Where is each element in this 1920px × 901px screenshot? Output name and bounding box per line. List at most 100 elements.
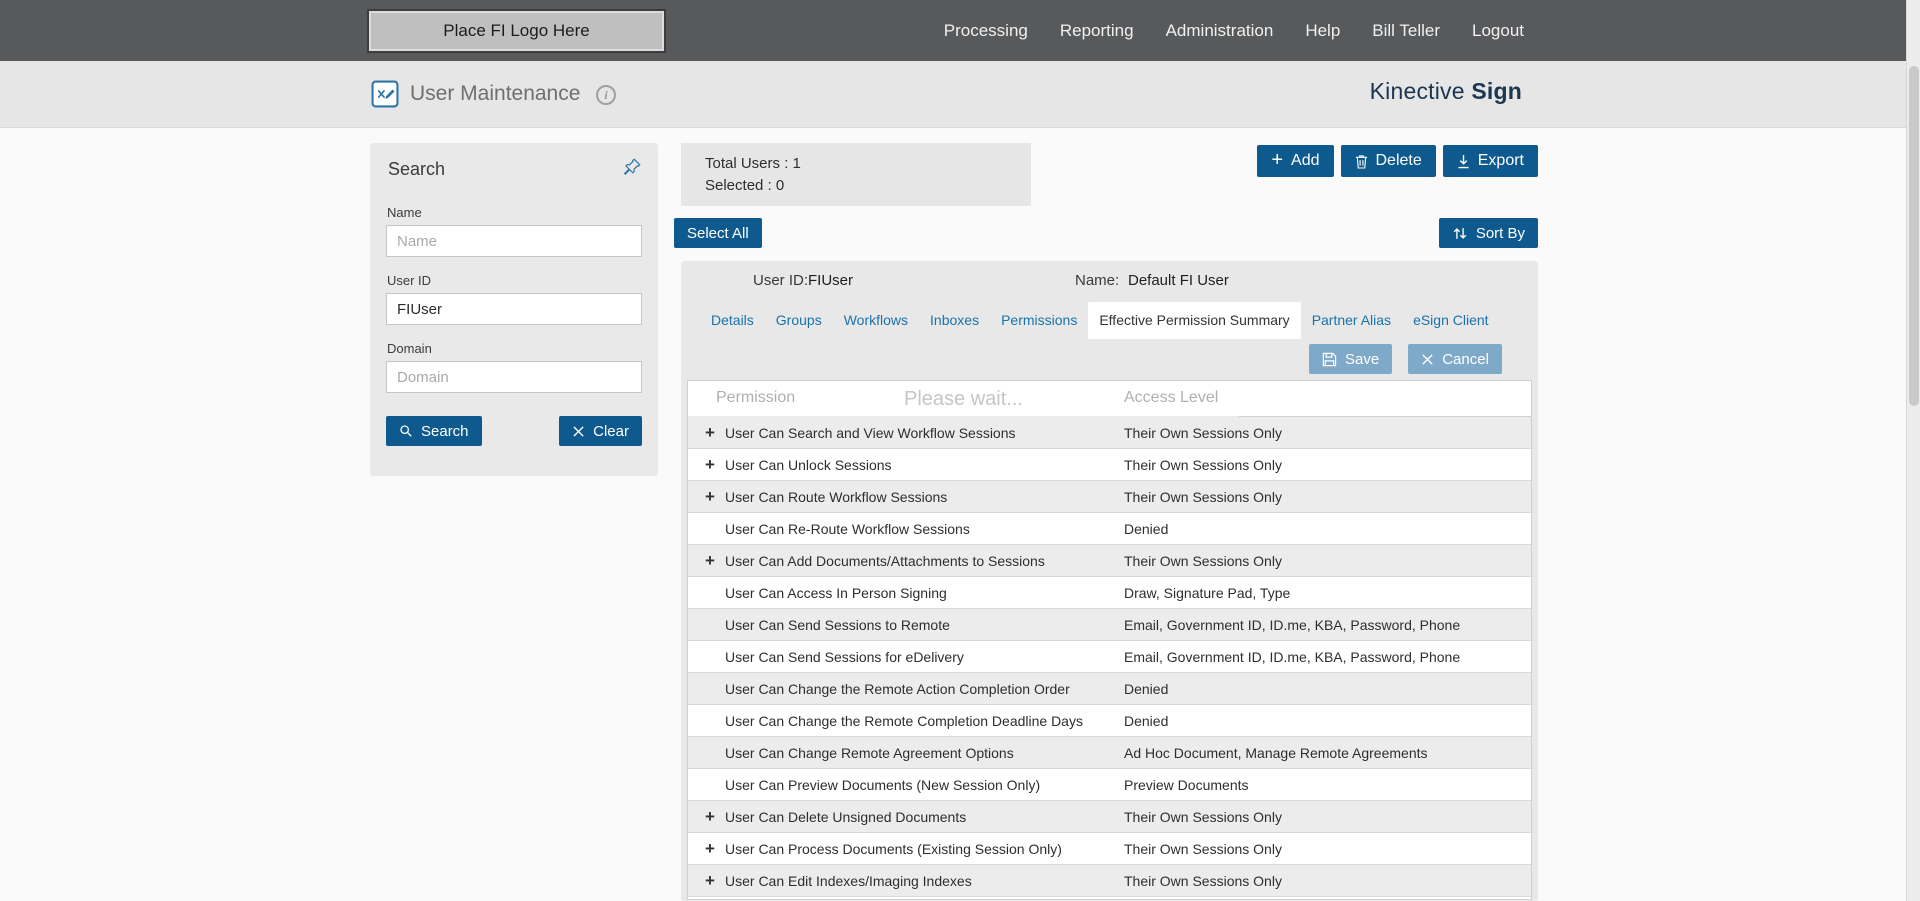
save-button[interactable]: Save: [1309, 344, 1393, 374]
add-button-label: Add: [1291, 152, 1320, 169]
table-row: User Can Change Remote Agreement Options…: [688, 737, 1531, 769]
access-level-cell: Denied: [1124, 681, 1169, 697]
top-nav: Processing Reporting Administration Help Bil…: [944, 0, 1524, 61]
expand-plus-icon[interactable]: +: [702, 449, 718, 481]
expand-plus-icon[interactable]: +: [702, 481, 718, 513]
tab[interactable]: Groups: [765, 302, 833, 339]
table-row: + User Can Add Documents/Attachments to S…: [688, 545, 1531, 577]
table-row: User Can Re-Route Workflow Sessions Denie…: [688, 513, 1531, 545]
cancel-x-icon: [1421, 353, 1434, 366]
results-summary: Total Users : 1 Selected : 0: [681, 143, 1031, 206]
table-row: User Can Preview Documents (New Session …: [688, 769, 1531, 801]
permission-cell: User Can Change the Remote Action Comple…: [725, 681, 1070, 697]
clear-button[interactable]: Clear: [559, 416, 642, 446]
access-level-cell: Denied: [1124, 713, 1169, 729]
add-plus-icon: +: [1271, 149, 1284, 171]
domain-input[interactable]: [386, 361, 642, 393]
expand-plus-icon[interactable]: +: [702, 833, 718, 865]
tab[interactable]: eSign Client: [1402, 302, 1500, 339]
permission-cell: User Can Unlock Sessions: [725, 457, 892, 473]
page-title: User Maintenance: [410, 82, 581, 105]
tab[interactable]: Workflows: [833, 302, 919, 339]
permissions-table-header: Permission Access Level Please wait...: [688, 381, 1531, 417]
permission-cell: User Can Preview Documents (New Session …: [725, 777, 1041, 793]
permission-cell: User Can Send Sessions to Remote: [725, 617, 950, 633]
page-scrollbar[interactable]: [1906, 0, 1920, 901]
access-level-cell: Their Own Sessions Only: [1124, 457, 1282, 473]
tab[interactable]: Details: [700, 302, 765, 339]
expand-plus-icon[interactable]: +: [702, 545, 718, 577]
permissions-table-body: + User Can Search and View Workflow Sessi…: [688, 417, 1531, 897]
card-name-value: Default FI User: [1128, 272, 1229, 289]
nav-item[interactable]: Administration: [1166, 21, 1274, 41]
nav-item[interactable]: Reporting: [1060, 21, 1134, 41]
tab[interactable]: Effective Permission Summary: [1088, 302, 1301, 339]
search-panel: Search Name User ID Domain Search: [370, 143, 658, 476]
search-button-label: Search: [421, 422, 469, 440]
user-id-input[interactable]: [386, 293, 642, 325]
access-level-cell: Their Own Sessions Only: [1124, 553, 1282, 569]
table-row: User Can Send Sessions to Remote Email, G…: [688, 609, 1531, 641]
nav-item[interactable]: Processing: [944, 21, 1028, 41]
search-button[interactable]: Search: [386, 416, 482, 446]
name-label: Name: [387, 205, 422, 220]
trash-icon: [1355, 154, 1368, 169]
tab[interactable]: Inboxes: [919, 302, 990, 339]
table-row: + User Can Search and View Workflow Sessi…: [688, 417, 1531, 449]
permission-cell: User Can Re-Route Workflow Sessions: [725, 521, 970, 537]
delete-button[interactable]: Delete: [1340, 145, 1436, 177]
nav-item[interactable]: Help: [1305, 21, 1340, 41]
tab[interactable]: Partner Alias: [1301, 302, 1402, 339]
search-panel-buttons: Search Clear: [386, 416, 642, 446]
access-level-cell: Email, Government ID, ID.me, KBA, Passwo…: [1124, 649, 1461, 665]
access-level-cell: Their Own Sessions Only: [1124, 489, 1282, 505]
expand-plus-icon[interactable]: +: [702, 865, 718, 897]
expand-plus-icon[interactable]: +: [702, 417, 718, 449]
permission-cell: User Can Add Documents/Attachments to Se…: [725, 553, 1045, 569]
search-panel-title: Search: [388, 159, 446, 179]
user-maintenance-icon: [371, 80, 399, 108]
search-icon: [399, 424, 413, 438]
scrollbar-thumb[interactable]: [1909, 66, 1919, 406]
access-level-cell: Their Own Sessions Only: [1124, 841, 1282, 857]
sort-by-button[interactable]: Sort By: [1438, 218, 1538, 248]
expand-plus-icon[interactable]: +: [702, 801, 718, 833]
access-level-cell: Their Own Sessions Only: [1124, 425, 1282, 441]
user-card: User ID: FIUser Name: Default FI User De…: [681, 261, 1538, 901]
permission-cell: User Can Process Documents (Existing Ses…: [725, 841, 1062, 857]
domain-label: Domain: [387, 341, 432, 356]
permission-cell: User Can Change Remote Agreement Options: [725, 745, 1014, 761]
info-icon[interactable]: i: [596, 85, 616, 105]
access-level-cell: Email, Government ID, ID.me, KBA, Passwo…: [1124, 617, 1461, 633]
fi-logo-placeholder: Place FI Logo Here: [367, 9, 666, 53]
selected-count-text: Selected : 0: [705, 177, 785, 194]
top-actions: + Add Delete Export: [1257, 145, 1538, 177]
access-level-cell: Draw, Signature Pad, Type: [1124, 585, 1291, 601]
table-row: User Can Change the Remote Completion De…: [688, 705, 1531, 737]
table-row: User Can Access In Person Signing Draw, S…: [688, 577, 1531, 609]
brand-logo: Kinective Sign: [1370, 78, 1522, 105]
download-icon: [1457, 154, 1470, 169]
nav-item[interactable]: Bill Teller: [1372, 21, 1440, 41]
name-input[interactable]: [386, 225, 642, 257]
card-user-id-value: FIUser: [808, 272, 853, 289]
table-row: + User Can Edit Indexes/Imaging Indexes Th…: [688, 865, 1531, 897]
permission-cell: User Can Access In Person Signing: [725, 585, 947, 601]
cancel-button[interactable]: Cancel: [1408, 344, 1502, 374]
permission-cell: User Can Route Workflow Sessions: [725, 489, 948, 505]
nav-item[interactable]: Logout: [1472, 21, 1524, 41]
permissions-table: Permission Access Level Please wait... +…: [687, 380, 1532, 900]
tab[interactable]: Permissions: [990, 302, 1088, 339]
select-all-button[interactable]: Select All: [674, 218, 762, 248]
select-all-label: Select All: [687, 224, 749, 242]
access-level-cell: Denied: [1124, 521, 1169, 537]
add-button[interactable]: + Add: [1257, 145, 1334, 177]
table-row: User Can Change the Remote Action Comple…: [688, 673, 1531, 705]
pin-icon[interactable]: [622, 157, 642, 182]
clear-button-label: Clear: [593, 422, 629, 440]
page-header: User Maintenance i Kinective Sign: [0, 61, 1920, 128]
export-button[interactable]: Export: [1442, 145, 1538, 177]
loading-text: Please wait...: [904, 387, 1023, 410]
card-user-id-label: User ID:: [753, 272, 809, 289]
access-level-cell: Their Own Sessions Only: [1124, 809, 1282, 825]
